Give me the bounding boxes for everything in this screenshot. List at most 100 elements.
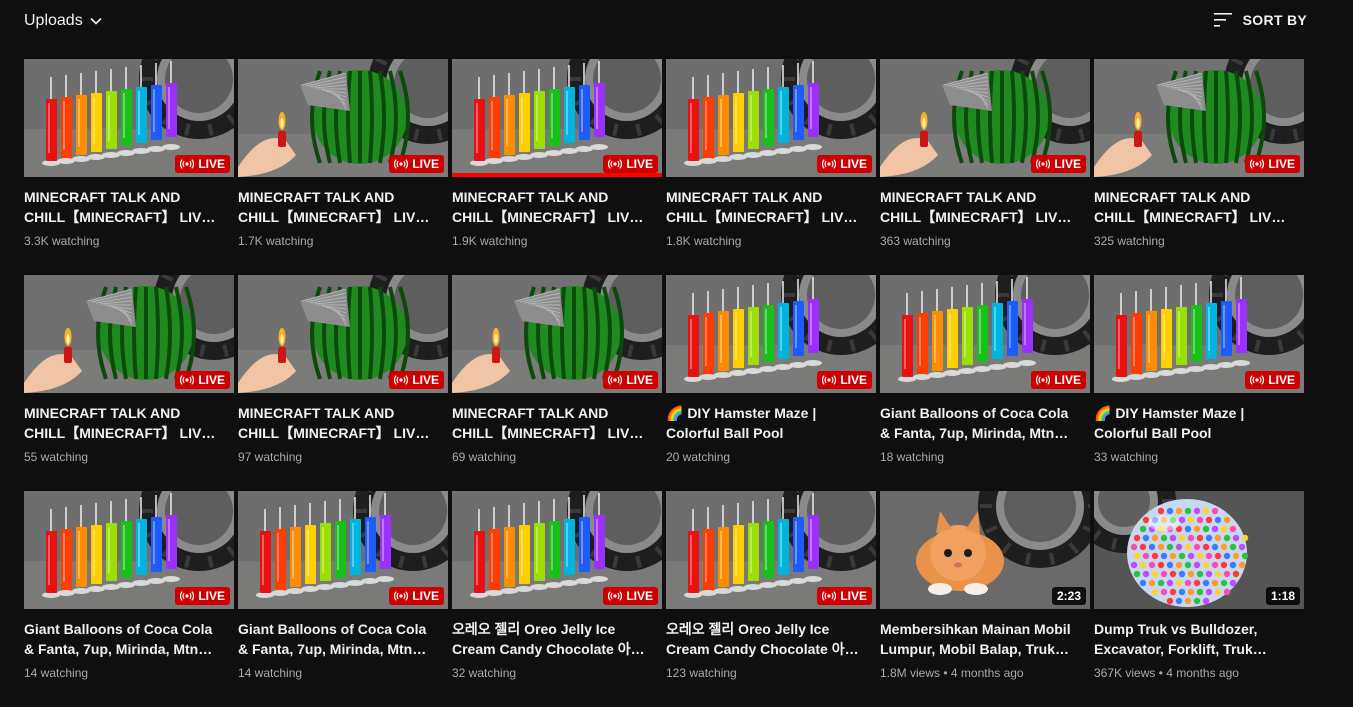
video-thumbnail[interactable]: LIVE <box>1094 275 1304 393</box>
sort-by-button[interactable]: SORT BY <box>1213 12 1307 28</box>
live-broadcast-icon <box>394 159 408 169</box>
video-card[interactable]: LIVE Giant Balloons of Coca Cola & Fanta,… <box>880 275 1090 491</box>
video-thumbnail[interactable]: LIVE <box>666 491 876 609</box>
video-metadata: 55 watching <box>24 450 234 464</box>
video-card[interactable]: LIVE MINECRAFT TALK AND CHILL【MINECRAFT】 … <box>452 275 662 491</box>
live-badge: LIVE <box>389 587 444 605</box>
video-card[interactable]: LIVE MINECRAFT TALK AND CHILL【MINECRAFT】 … <box>1094 59 1304 275</box>
live-broadcast-icon <box>608 591 622 601</box>
video-thumbnail[interactable]: 2:23 <box>880 491 1090 609</box>
uploads-label: Uploads <box>24 12 83 30</box>
video-title[interactable]: Giant Balloons of Coca Cola & Fanta, 7up… <box>880 403 1076 443</box>
video-title[interactable]: Giant Balloons of Coca Cola & Fanta, 7up… <box>24 619 220 659</box>
video-card[interactable]: LIVE 오레오 젤리 Oreo Jelly Ice Cream Candy Ch… <box>666 491 876 707</box>
video-metadata: 14 watching <box>238 666 448 680</box>
badge-label: LIVE <box>412 589 439 603</box>
video-card[interactable]: LIVE Giant Balloons of Coca Cola & Fanta,… <box>24 491 234 707</box>
video-card[interactable]: LIVE MINECRAFT TALK AND CHILL【MINECRAFT】 … <box>452 59 662 275</box>
video-title[interactable]: 🌈 DIY Hamster Maze | Colorful Ball Pool <box>666 403 862 443</box>
video-title[interactable]: Membersihkan Mainan Mobil Lumpur, Mobil … <box>880 619 1076 659</box>
video-metadata: 14 watching <box>24 666 234 680</box>
video-title[interactable]: 🌈 DIY Hamster Maze | Colorful Ball Pool <box>1094 403 1290 443</box>
video-card[interactable]: LIVE Giant Balloons of Coca Cola & Fanta,… <box>238 491 448 707</box>
video-thumbnail[interactable]: LIVE <box>452 275 662 393</box>
video-card[interactable]: LIVE MINECRAFT TALK AND CHILL【MINECRAFT】 … <box>880 59 1090 275</box>
video-thumbnail[interactable]: LIVE <box>238 59 448 177</box>
video-card[interactable]: LIVE 🌈 DIY Hamster Maze | Colorful Ball P… <box>666 275 876 491</box>
video-thumbnail[interactable]: LIVE <box>666 275 876 393</box>
badge-label: LIVE <box>626 589 653 603</box>
video-grid: LIVEMINECRAFT TALK AND CHILL【MINECRAFT】 … <box>24 59 1308 707</box>
live-badge: LIVE <box>817 155 872 173</box>
video-title[interactable]: 오레오 젤리 Oreo Jelly Ice Cream Candy Chocol… <box>452 619 648 659</box>
live-broadcast-icon <box>180 591 194 601</box>
watch-progress-bar <box>452 173 662 177</box>
video-metadata: 1.7K watching <box>238 234 448 248</box>
badge-label: LIVE <box>1054 373 1081 387</box>
video-card[interactable]: 2:23 Membersihkan Mainan Mobil Lumpur, Mo… <box>880 491 1090 707</box>
chevron-down-icon <box>89 14 103 28</box>
video-title[interactable]: MINECRAFT TALK AND CHILL【MINECRAFT】 LIVE… <box>1094 187 1290 227</box>
badge-label: LIVE <box>840 373 867 387</box>
video-title[interactable]: Giant Balloons of Coca Cola & Fanta, 7up… <box>238 619 434 659</box>
video-card[interactable]: LIVE MINECRAFT TALK AND CHILL【MINECRAFT】 … <box>238 59 448 275</box>
video-title[interactable]: MINECRAFT TALK AND CHILL【MINECRAFT】 LIVE… <box>24 403 220 443</box>
badge-label: LIVE <box>412 373 439 387</box>
badge-label: LIVE <box>840 157 867 171</box>
sort-by-label: SORT BY <box>1243 12 1307 28</box>
video-card[interactable]: LIVE MINECRAFT TALK AND CHILL【MINECRAFT】 … <box>24 59 234 275</box>
video-thumbnail[interactable]: LIVE <box>880 275 1090 393</box>
live-broadcast-icon <box>180 159 194 169</box>
video-metadata: 325 watching <box>1094 234 1304 248</box>
video-thumbnail[interactable]: LIVE <box>24 491 234 609</box>
video-thumbnail[interactable]: LIVE <box>1094 59 1304 177</box>
uploads-dropdown[interactable]: Uploads <box>24 12 103 30</box>
video-thumbnail[interactable]: 1:18 <box>1094 491 1304 609</box>
live-broadcast-icon <box>1036 159 1050 169</box>
live-badge: LIVE <box>1245 155 1300 173</box>
video-thumbnail[interactable]: LIVE <box>238 491 448 609</box>
badge-label: LIVE <box>412 157 439 171</box>
video-card[interactable]: LIVE MINECRAFT TALK AND CHILL【MINECRAFT】 … <box>238 275 448 491</box>
video-card[interactable]: LIVE 오레오 젤리 Oreo Jelly Ice Cream Candy Ch… <box>452 491 662 707</box>
video-thumbnail[interactable]: LIVE <box>666 59 876 177</box>
live-badge: LIVE <box>603 587 658 605</box>
video-metadata: 18 watching <box>880 450 1090 464</box>
video-title[interactable]: MINECRAFT TALK AND CHILL【MINECRAFT】 LIVE… <box>238 187 434 227</box>
video-title[interactable]: MINECRAFT TALK AND CHILL【MINECRAFT】 LIVE… <box>452 187 648 227</box>
video-title[interactable]: MINECRAFT TALK AND CHILL【MINECRAFT】 LIVE… <box>452 403 648 443</box>
video-thumbnail[interactable]: LIVE <box>24 275 234 393</box>
live-badge: LIVE <box>389 155 444 173</box>
badge-label: LIVE <box>1268 373 1295 387</box>
live-broadcast-icon <box>608 375 622 385</box>
video-metadata: 1.8K watching <box>666 234 876 248</box>
video-thumbnail[interactable]: LIVE <box>452 59 662 177</box>
video-title[interactable]: MINECRAFT TALK AND CHILL【MINECRAFT】 LIVE… <box>238 403 434 443</box>
video-thumbnail[interactable]: LIVE <box>24 59 234 177</box>
video-metadata: 33 watching <box>1094 450 1304 464</box>
channel-videos-header: Uploads SORT BY <box>24 0 1309 48</box>
video-thumbnail[interactable]: LIVE <box>452 491 662 609</box>
video-metadata: 123 watching <box>666 666 876 680</box>
video-title[interactable]: MINECRAFT TALK AND CHILL【MINECRAFT】 LIVE… <box>666 187 862 227</box>
badge-label: LIVE <box>1054 157 1081 171</box>
video-card[interactable]: LIVE MINECRAFT TALK AND CHILL【MINECRAFT】 … <box>666 59 876 275</box>
live-broadcast-icon <box>394 375 408 385</box>
live-badge: LIVE <box>603 371 658 389</box>
video-title[interactable]: MINECRAFT TALK AND CHILL【MINECRAFT】 LIVE… <box>880 187 1076 227</box>
video-card[interactable]: 1:18 Dump Truk vs Bulldozer, Excavator, F… <box>1094 491 1304 707</box>
video-card[interactable]: LIVE 🌈 DIY Hamster Maze | Colorful Ball P… <box>1094 275 1304 491</box>
badge-label: 2:23 <box>1057 589 1081 603</box>
video-card[interactable]: LIVE MINECRAFT TALK AND CHILL【MINECRAFT】 … <box>24 275 234 491</box>
live-badge: LIVE <box>603 155 658 173</box>
video-title[interactable]: MINECRAFT TALK AND CHILL【MINECRAFT】 LIVE… <box>24 187 220 227</box>
badge-label: LIVE <box>626 157 653 171</box>
live-badge: LIVE <box>1031 371 1086 389</box>
live-broadcast-icon <box>394 591 408 601</box>
video-metadata: 97 watching <box>238 450 448 464</box>
live-broadcast-icon <box>1250 375 1264 385</box>
video-thumbnail[interactable]: LIVE <box>238 275 448 393</box>
video-title[interactable]: 오레오 젤리 Oreo Jelly Ice Cream Candy Chocol… <box>666 619 862 659</box>
video-title[interactable]: Dump Truk vs Bulldozer, Excavator, Forkl… <box>1094 619 1290 659</box>
video-thumbnail[interactable]: LIVE <box>880 59 1090 177</box>
